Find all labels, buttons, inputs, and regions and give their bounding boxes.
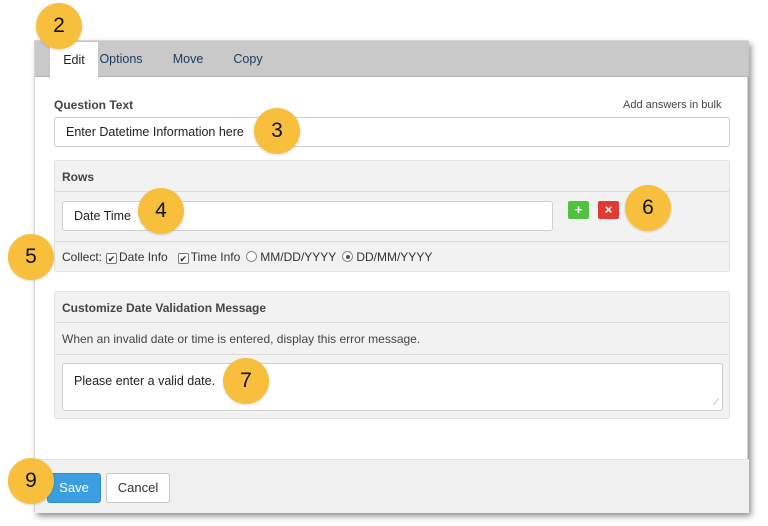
time-info-label: Time Info (190, 250, 241, 264)
ddmmyyyy-label: DD/MM/YYYY (356, 250, 433, 264)
validation-description: When an invalid date or time is entered,… (62, 332, 421, 346)
date-info-checkbox[interactable]: ✔ (106, 253, 118, 264)
callout-7: 7 (223, 358, 269, 404)
rows-divider (55, 241, 729, 242)
validation-panel: Customize Date Validation Message When a… (54, 291, 730, 419)
tab-bar: Edit Options Move Copy (35, 41, 749, 78)
callout-6: 6 (625, 185, 671, 231)
add-answers-bulk-link[interactable]: Add answers in bulk (623, 99, 721, 111)
remove-row-button[interactable]: × (598, 201, 619, 219)
callout-9: 9 (8, 458, 54, 504)
validation-message-textarea[interactable]: Please enter a valid date. ⟋ (62, 363, 723, 411)
add-row-button[interactable]: + (568, 201, 589, 219)
tab-move[interactable]: Move (161, 41, 215, 77)
save-button[interactable]: Save (47, 473, 101, 503)
validation-panel-header: Customize Date Validation Message (55, 292, 729, 323)
callout-5: 5 (8, 234, 54, 280)
row-input[interactable]: Date Time (62, 201, 553, 231)
resize-grip-icon[interactable]: ⟋ (713, 397, 719, 408)
callout-3: 3 (254, 108, 300, 154)
question-editor-panel: Edit Options Move Copy Question Text Add… (34, 40, 749, 513)
validation-message-text: Please enter a valid date. (74, 374, 216, 388)
collect-options-row: Collect: ✔ Date Info ✔ Time Info MM/DD/YYYY DD… (62, 250, 432, 264)
cancel-button[interactable]: Cancel (106, 473, 170, 503)
time-info-checkbox[interactable]: ✔ (177, 253, 189, 264)
validation-divider (55, 354, 729, 355)
date-info-label: Date Info (119, 250, 168, 264)
mmddyyyy-radio[interactable] (246, 251, 258, 262)
mmddyyyy-label: MM/DD/YYYY (260, 250, 337, 264)
question-text-input[interactable]: Enter Datetime Information here (54, 117, 730, 147)
collect-label: Collect: (62, 250, 103, 264)
tab-copy[interactable]: Copy (223, 41, 273, 77)
ddmmyyyy-radio[interactable] (342, 251, 354, 262)
footer-bar: Save Cancel (35, 459, 749, 513)
validation-title: Customize Date Validation Message (62, 301, 267, 315)
callout-4: 4 (138, 188, 184, 234)
callout-2: 2 (36, 3, 82, 49)
tab-options[interactable]: Options (91, 41, 151, 77)
question-text-label: Question Text (54, 98, 134, 112)
rows-title: Rows (62, 170, 95, 184)
